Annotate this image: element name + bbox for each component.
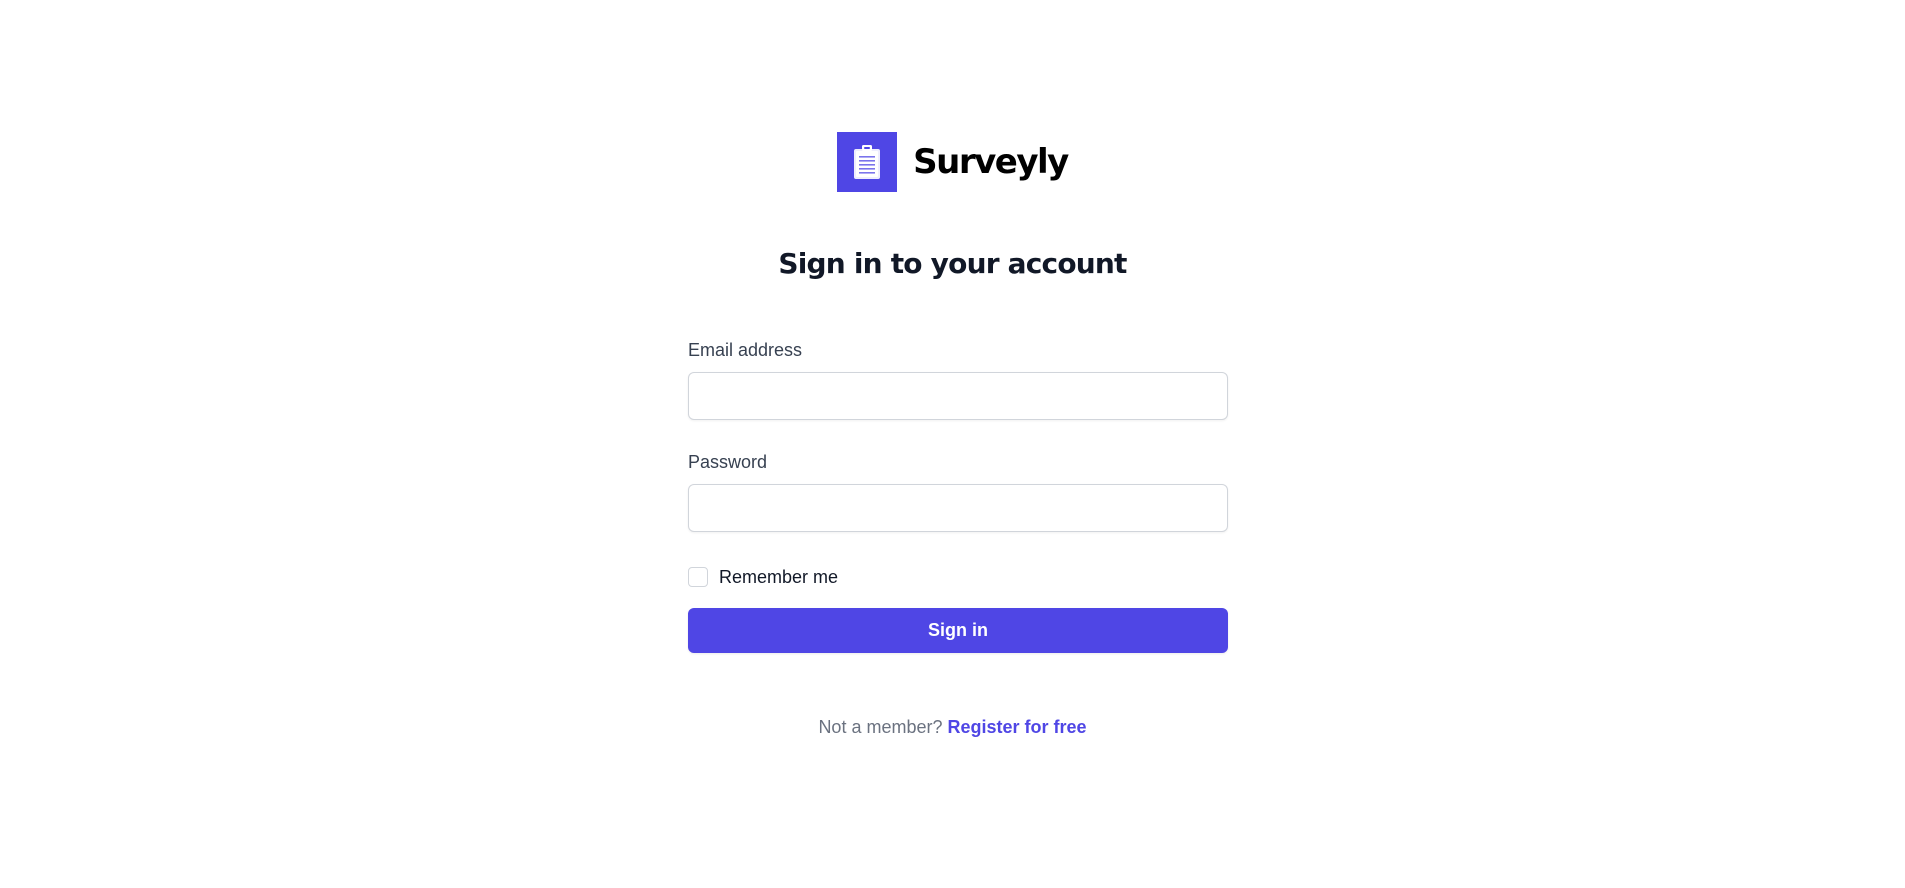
remember-me-label[interactable]: Remember me [719, 567, 838, 588]
password-input[interactable] [688, 484, 1228, 532]
remember-me-row: Remember me [688, 565, 1228, 589]
register-prompt: Not a member? Register for free [0, 715, 1905, 739]
email-field-group: Email address [688, 338, 1228, 420]
brand-name: Surveyly [913, 142, 1069, 182]
remember-me-checkbox[interactable] [688, 567, 708, 587]
sign-in-button[interactable]: Sign in [688, 608, 1228, 653]
email-label: Email address [688, 340, 803, 360]
register-link[interactable]: Register for free [948, 717, 1087, 737]
password-label: Password [688, 452, 768, 472]
brand-header: Surveyly [0, 132, 1905, 192]
register-prompt-text: Not a member? [818, 717, 943, 737]
password-field-group: Password [688, 450, 1228, 532]
clipboard-icon [837, 132, 898, 192]
sign-in-form: Email address Password Remember me Sign … [688, 338, 1228, 653]
page-title: Sign in to your account [778, 247, 1127, 280]
email-input[interactable] [688, 372, 1228, 420]
sign-in-page: Surveyly Sign in to your account Email a… [0, 0, 1905, 888]
